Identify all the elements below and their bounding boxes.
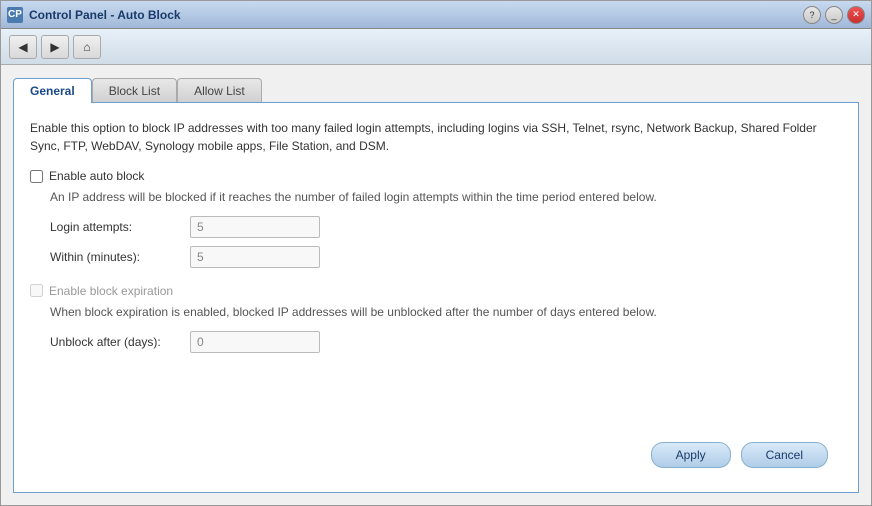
unblock-after-row: Unblock after (days): (50, 331, 842, 353)
spacer (30, 369, 842, 432)
login-attempts-input[interactable] (190, 216, 320, 238)
tab-general[interactable]: General (13, 78, 92, 103)
login-attempts-label: Login attempts: (50, 220, 190, 234)
auto-block-sub-text: An IP address will be blocked if it reac… (50, 189, 842, 206)
window-title: Control Panel - Auto Block (29, 8, 803, 22)
block-expiry-sub-text: When block expiration is enabled, blocke… (50, 304, 842, 321)
description-text: Enable this option to block IP addresses… (30, 119, 842, 155)
within-minutes-input[interactable] (190, 246, 320, 268)
enable-auto-block-checkbox[interactable] (30, 170, 43, 183)
cancel-button[interactable]: Cancel (741, 442, 828, 468)
content-area: General Block List Allow List Enable thi… (1, 65, 871, 505)
forward-button[interactable]: ▶ (41, 35, 69, 59)
back-button[interactable]: ◀ (9, 35, 37, 59)
tabs: General Block List Allow List (13, 77, 859, 102)
enable-auto-block-label[interactable]: Enable auto block (49, 169, 144, 183)
toolbar: ◀ ▶ ⌂ (1, 29, 871, 65)
tab-allow-list[interactable]: Allow List (177, 78, 262, 103)
unblock-after-label: Unblock after (days): (50, 335, 190, 349)
window-icon: CP (7, 7, 23, 23)
tab-block-list[interactable]: Block List (92, 78, 177, 103)
enable-block-expiration-checkbox[interactable] (30, 284, 43, 297)
main-window: CP Control Panel - Auto Block ? _ ✕ ◀ ▶ … (0, 0, 872, 506)
apply-button[interactable]: Apply (651, 442, 731, 468)
expiration-section: Enable block expiration When block expir… (30, 284, 842, 361)
within-minutes-label: Within (minutes): (50, 250, 190, 264)
login-attempts-row: Login attempts: (50, 216, 842, 238)
close-button[interactable]: ✕ (847, 6, 865, 24)
enable-block-expiration-label[interactable]: Enable block expiration (49, 284, 173, 298)
minimize-button[interactable]: _ (825, 6, 843, 24)
tab-content-general: Enable this option to block IP addresses… (13, 102, 859, 493)
title-buttons: ? _ ✕ (803, 6, 865, 24)
title-bar: CP Control Panel - Auto Block ? _ ✕ (1, 1, 871, 29)
within-minutes-row: Within (minutes): (50, 246, 842, 268)
unblock-after-input[interactable] (190, 331, 320, 353)
enable-block-expiration-row: Enable block expiration (30, 284, 842, 298)
home-button[interactable]: ⌂ (73, 35, 101, 59)
enable-auto-block-row: Enable auto block (30, 169, 842, 183)
footer: Apply Cancel (30, 432, 842, 476)
help-button[interactable]: ? (803, 6, 821, 24)
